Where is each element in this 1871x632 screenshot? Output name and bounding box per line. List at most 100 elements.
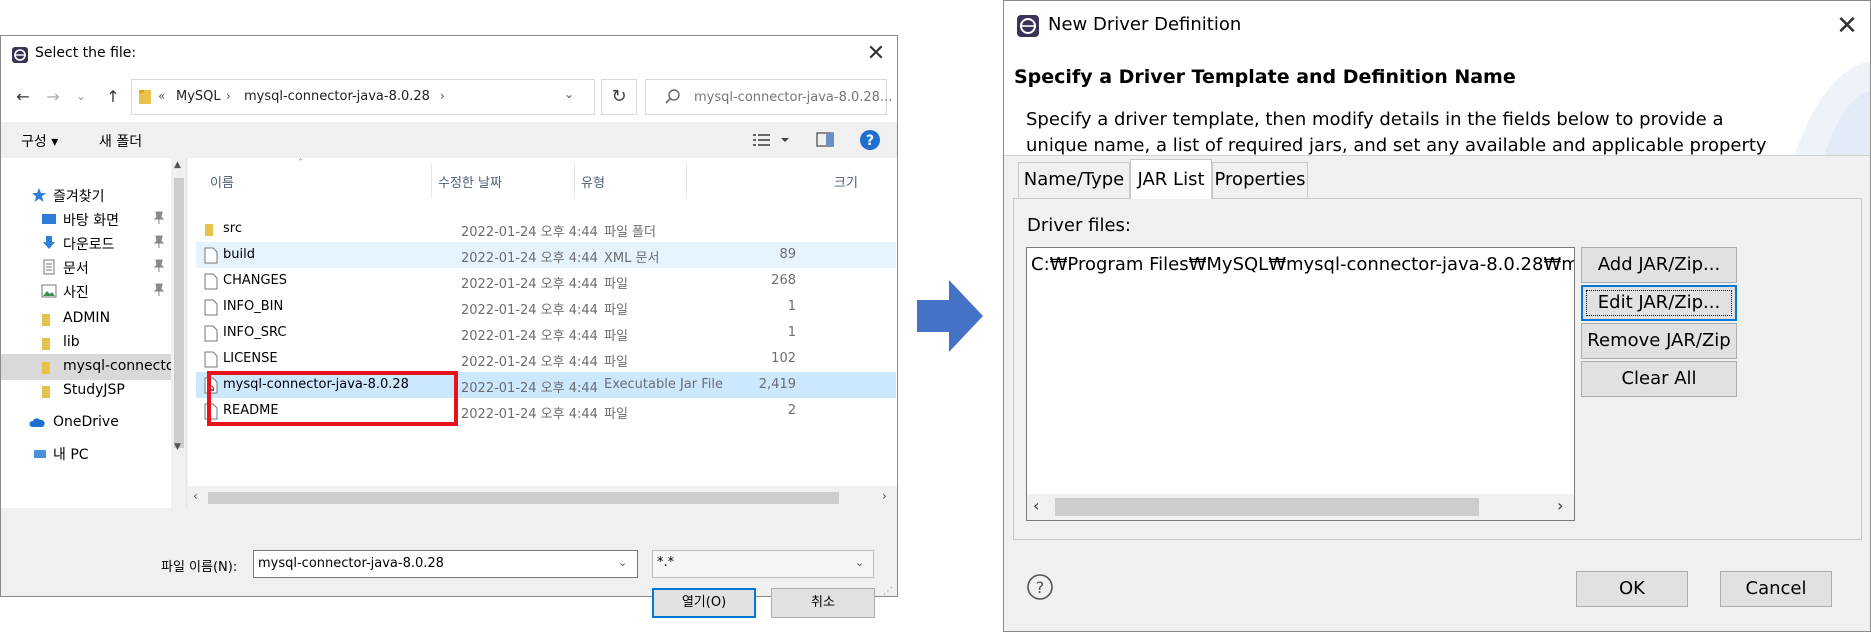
column-header-date[interactable]: 수정한 날짜	[438, 172, 502, 191]
sidebar-item-studyjsp[interactable]: StudyJSP	[1, 378, 171, 404]
file-dialog-cancel-button[interactable]: 취소	[771, 588, 875, 618]
navigation-bar: ← → ⌄ ↑ « MySQL › mysql-connector-java-8…	[1, 72, 897, 122]
sidebar-item-documents[interactable]: 문서	[1, 254, 171, 280]
up-arrow-icon[interactable]: ↑	[101, 86, 125, 108]
ok-button[interactable]: OK	[1576, 571, 1688, 607]
sidebar-item-onedrive[interactable]: OneDrive	[1, 410, 171, 436]
filename-input[interactable]: mysql-connector-java-8.0.28 ⌄	[253, 550, 638, 578]
column-divider[interactable]	[431, 164, 432, 198]
clear-all-button[interactable]: Clear All	[1581, 361, 1737, 397]
highlight-annotation-box	[207, 371, 458, 426]
sidebar-item-mysql-connector[interactable]: mysql-connecto	[1, 354, 174, 380]
chevron-down-icon[interactable]: ⌄	[855, 556, 864, 569]
sidebar-item-desktop[interactable]: 바탕 화면	[1, 206, 171, 232]
driver-files-horizontal-scrollbar[interactable]: ‹ ›	[1027, 494, 1574, 520]
file-dialog-footer: 파일 이름(N): mysql-connector-java-8.0.28 ⌄ …	[1, 508, 897, 618]
preview-pane-icon[interactable]	[815, 131, 835, 149]
file-row-info-bin[interactable]: INFO_BIN 2022-01-24 오후 4:44 파일 1	[196, 294, 896, 320]
sidebar-item-lib[interactable]: lib	[1, 330, 171, 356]
file-date: 2022-01-24 오후 4:44	[461, 277, 598, 292]
eclipse-app-icon	[1017, 15, 1039, 37]
cancel-button[interactable]: Cancel	[1720, 571, 1832, 607]
file-name: INFO_BIN	[223, 299, 284, 314]
file-name: INFO_SRC	[223, 325, 287, 340]
filetype-value: *.*	[657, 555, 675, 570]
close-icon[interactable]: ✕	[861, 40, 891, 68]
sidebar-item-this-pc[interactable]: 내 PC	[1, 440, 171, 466]
resize-grip-icon[interactable]: ⋰	[883, 586, 893, 597]
chevron-down-icon[interactable]: ⌄	[618, 556, 627, 569]
address-root-chevron[interactable]: «	[158, 89, 165, 103]
edit-jar-button[interactable]: Edit JAR/Zip...	[1581, 285, 1737, 321]
sidebar-scrollbar[interactable]: ▲ ▼	[171, 158, 186, 508]
address-bar[interactable]: « MySQL › mysql-connector-java-8.0.28 › …	[131, 79, 595, 115]
file-list-horizontal-scrollbar[interactable]: ‹ ›	[188, 486, 897, 508]
close-icon[interactable]: ✕	[1830, 9, 1864, 43]
list-item[interactable]: C:₩Program Files₩MySQL₩mysql-connector-j…	[1031, 254, 1574, 275]
sidebar-item-label: 사진	[63, 285, 89, 301]
file-row-info-src[interactable]: INFO_SRC 2022-01-24 오후 4:44 파일 1	[196, 320, 896, 346]
sidebar-item-pictures[interactable]: 사진	[1, 278, 171, 304]
sidebar-item-admin[interactable]: ADMIN	[1, 306, 171, 332]
breadcrumb-mysql[interactable]: MySQL	[176, 89, 221, 104]
file-size: 1	[787, 325, 796, 340]
file-row-src[interactable]: src 2022-01-24 오후 4:44 파일 폴더	[196, 216, 896, 242]
tab-properties[interactable]: Properties	[1212, 162, 1308, 198]
file-date: 2022-01-24 오후 4:44	[461, 407, 598, 422]
scroll-down-icon[interactable]: ▼	[174, 442, 181, 452]
driver-dialog-titlebar: New Driver Definition ✕	[1004, 1, 1870, 51]
breadcrumb-separator[interactable]: ›	[440, 89, 445, 103]
tab-name-type[interactable]: Name/Type	[1018, 162, 1130, 198]
open-button[interactable]: 열기(O)	[652, 588, 756, 618]
help-icon[interactable]: ?	[1026, 573, 1054, 601]
column-divider[interactable]	[574, 164, 575, 198]
organize-button[interactable]: 구성 ▾	[21, 131, 58, 151]
tab-jar-list[interactable]: JAR List	[1130, 159, 1212, 199]
scroll-right-icon[interactable]: ›	[882, 489, 887, 503]
sidebar-scrollbar-thumb[interactable]	[174, 178, 184, 448]
driver-dialog-title: New Driver Definition	[1048, 14, 1242, 35]
file-row-build[interactable]: build 2022-01-24 오후 4:44 XML 문서 89	[196, 242, 896, 268]
scroll-right-icon[interactable]: ›	[1557, 496, 1563, 515]
column-divider[interactable]	[686, 164, 687, 198]
sidebar-item-label: 바탕 화면	[63, 213, 119, 229]
file-row-license[interactable]: LICENSE 2022-01-24 오후 4:44 파일 102	[196, 346, 896, 372]
breadcrumb-connector-folder[interactable]: mysql-connector-java-8.0.28	[244, 89, 430, 104]
sidebar-item-downloads[interactable]: 다운로드	[1, 230, 171, 256]
scroll-up-icon[interactable]: ▲	[174, 160, 181, 170]
sidebar-item-label: 다운로드	[63, 237, 115, 253]
search-box[interactable]: mysql-connector-java-8.0.28...	[645, 79, 892, 115]
breadcrumb-separator[interactable]: ›	[226, 89, 231, 103]
file-type: 파일	[604, 329, 628, 344]
recent-locations-chevron-icon[interactable]: ⌄	[69, 86, 93, 108]
search-input[interactable]: mysql-connector-java-8.0.28...	[694, 90, 892, 105]
help-icon[interactable]: ?	[859, 129, 881, 151]
right-arrow-icon	[917, 280, 983, 352]
file-date: 2022-01-24 오후 4:44	[461, 251, 598, 266]
chevron-down-icon[interactable]: ⌄	[564, 87, 574, 101]
driver-files-list[interactable]: C:₩Program Files₩MySQL₩mysql-connector-j…	[1026, 247, 1575, 521]
remove-jar-button[interactable]: Remove JAR/Zip	[1581, 323, 1737, 359]
add-jar-button[interactable]: Add JAR/Zip...	[1581, 247, 1737, 283]
file-row-changes[interactable]: CHANGES 2022-01-24 오후 4:44 파일 268	[196, 268, 896, 294]
column-header-name[interactable]: 이름	[210, 172, 234, 191]
back-arrow-icon[interactable]: ←	[11, 86, 35, 108]
scroll-left-icon[interactable]: ‹	[1033, 496, 1039, 515]
file-list-scrollbar-thumb[interactable]	[208, 492, 839, 504]
sidebar-item-quick-access[interactable]: 즐겨찾기	[1, 182, 171, 208]
column-header-type[interactable]: 유형	[581, 172, 605, 191]
forward-arrow-icon[interactable]: →	[41, 86, 65, 108]
scroll-left-icon[interactable]: ‹	[193, 489, 198, 503]
file-name: CHANGES	[223, 273, 288, 288]
file-date: 2022-01-24 오후 4:44	[461, 381, 598, 396]
pin-icon	[153, 259, 165, 272]
folder-icon	[205, 224, 213, 236]
view-options-icon[interactable]	[751, 131, 791, 149]
file-type: 파일	[604, 277, 628, 292]
svg-text:?: ?	[1036, 578, 1045, 597]
filetype-select[interactable]: *.* ⌄	[652, 550, 874, 578]
driver-files-scrollbar-thumb[interactable]	[1055, 498, 1479, 516]
column-header-size[interactable]: 크기	[834, 172, 858, 191]
refresh-icon[interactable]: ↻	[601, 79, 637, 115]
new-folder-button[interactable]: 새 폴더	[99, 131, 142, 151]
